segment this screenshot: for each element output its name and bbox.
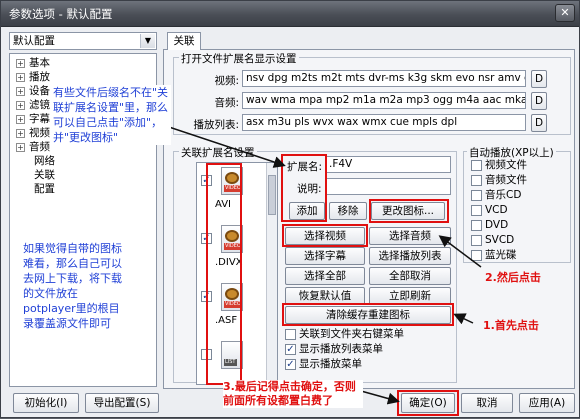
preferences-window: 参数选项 - 默认配置 ✕ 默认配置 ▼ + 基本 + 播放 + 设备 + 滤镜 + 字幕…	[0, 0, 580, 418]
show-playlist-menu-checkbox[interactable]: ✓ 显示播放列表菜单	[285, 343, 383, 357]
checkbox[interactable]	[471, 234, 482, 246]
expand-icon[interactable]: +	[16, 86, 25, 96]
highlight-ok	[397, 390, 459, 416]
annotation-step3: 3.最后记得点击确定，否则前面所有设都置白费了	[223, 380, 363, 408]
tree-item-video[interactable]: + 视频	[16, 126, 50, 140]
playlist-ext-label: 播放列表:	[193, 119, 239, 131]
tree-item-playback[interactable]: + 播放	[16, 70, 50, 84]
annotation-tip-left: 如果觉得自带的图标难看，那么自己可以去网上下载，将下载的文件放在potplaye…	[23, 241, 123, 331]
highlight-clear-cache	[282, 303, 454, 326]
title-bar: 参数选项 - 默认配置 ✕	[1, 1, 579, 27]
expand-icon[interactable]: +	[16, 72, 25, 82]
cancel-button[interactable]: 取消	[461, 393, 513, 413]
expand-icon[interactable]: +	[16, 58, 25, 68]
autoplay-dvd-checkbox[interactable]: DVD	[471, 219, 508, 233]
tree-item-filters[interactable]: + 滤镜	[16, 98, 50, 112]
folder-context-menu-checkbox[interactable]: 关联到文件夹右键菜单	[285, 328, 404, 342]
tree-item-basic[interactable]: + 基本	[16, 56, 50, 70]
ext-name-input[interactable]: .F4V	[325, 156, 451, 173]
video-ext-label: 视频:	[214, 75, 239, 87]
audio-ext-label: 音频:	[214, 97, 239, 109]
playlist-ext-field[interactable]: asx m3u pls wvx wax wmx cue mpls dpl	[242, 114, 526, 131]
annotation-step2: 2.然后点击	[485, 271, 541, 284]
profile-select-value: 默认配置	[13, 35, 55, 47]
tree-item-label: 字幕	[29, 113, 50, 125]
tree-item-label: 播放	[29, 71, 50, 83]
autoplay-group-label: 自动播放(XP以上)	[467, 145, 556, 160]
checkbox[interactable]	[471, 249, 482, 261]
video-ext-default-button[interactable]: D	[531, 70, 547, 88]
tree-item-network[interactable]: 网络	[34, 154, 55, 168]
icon-list-scrollbar[interactable]	[266, 163, 277, 384]
checkbox[interactable]	[285, 328, 296, 340]
tree-item-device[interactable]: + 设备	[16, 84, 50, 98]
tree-item-label: 设备	[29, 85, 50, 97]
annotation-step1: 1.首先点击	[483, 319, 539, 332]
highlight-ext-add	[281, 154, 327, 222]
initialize-button[interactable]: 初始化(I)	[13, 393, 79, 413]
highlight-change-icon	[369, 199, 449, 223]
checkbox[interactable]	[471, 174, 482, 186]
tree-item-label: 滤镜	[29, 99, 50, 111]
tree-item-label: 基本	[29, 57, 50, 69]
chevron-down-icon[interactable]: ▼	[140, 34, 155, 48]
tree-item-label: 音频	[29, 141, 50, 153]
select-playlist-button[interactable]: 选择播放列表	[369, 247, 451, 265]
expand-icon[interactable]: +	[16, 128, 25, 138]
apply-button[interactable]: 应用(A)	[519, 393, 575, 413]
scrollbar-thumb[interactable]	[268, 175, 276, 215]
deselect-all-button[interactable]: 全部取消	[369, 267, 451, 285]
tree-item-label: 关联	[34, 169, 55, 181]
close-icon: ✕	[560, 6, 570, 19]
audio-ext-field[interactable]: wav wma mpa mp2 m1a m2a mp3 ogg m4a aac …	[242, 92, 526, 109]
tree-item-label: 网络	[34, 155, 55, 167]
arrow-to-ok	[360, 390, 400, 405]
checkbox[interactable]	[471, 219, 482, 231]
video-ext-field[interactable]: nsv dpg m2ts m2t mts dvr-ms k3g skm evo …	[242, 70, 526, 87]
checkbox[interactable]: ✓	[285, 343, 296, 355]
annotation-tip-top: 有些文件后缀名不在"关联扩展名设置"里，那么可以自己点击"添加"，并"更改图标"	[53, 85, 171, 145]
checkbox[interactable]	[471, 204, 482, 216]
ext-display-group-label: 打开文件扩展名显示设置	[179, 51, 299, 66]
show-play-menu-checkbox[interactable]: ✓ 显示播放菜单	[285, 358, 362, 372]
select-all-button[interactable]: 选择全部	[285, 267, 365, 285]
export-config-button[interactable]: 导出配置(S)	[85, 393, 159, 413]
checkbox[interactable]	[471, 189, 482, 201]
autoplay-video-checkbox[interactable]: 视频文件	[471, 159, 527, 173]
window-title: 参数选项 - 默认配置	[9, 7, 113, 21]
tab-association[interactable]: 关联	[167, 32, 201, 50]
select-audio-button[interactable]: 选择音频	[369, 227, 451, 245]
description-input[interactable]	[325, 178, 451, 195]
highlight-select-video	[282, 224, 368, 247]
autoplay-music-cd-checkbox[interactable]: 音乐CD	[471, 189, 521, 203]
tree-item-label: 视频	[29, 127, 50, 139]
expand-icon[interactable]: +	[16, 142, 25, 152]
highlight-icon-list	[206, 163, 242, 385]
expand-icon[interactable]: +	[16, 114, 25, 124]
audio-ext-default-button[interactable]: D	[531, 92, 547, 110]
tree-item-association[interactable]: 关联	[34, 168, 55, 182]
tree-item-label: 配置	[34, 183, 55, 195]
assoc-group-label: 关联扩展名设置	[179, 145, 257, 160]
autoplay-audio-checkbox[interactable]: 音频文件	[471, 174, 527, 188]
tree-item-config[interactable]: 配置	[34, 182, 55, 196]
tree-item-audio[interactable]: + 音频	[16, 140, 50, 154]
autoplay-bluray-checkbox[interactable]: 蓝光碟	[471, 249, 517, 263]
checkbox[interactable]	[471, 159, 482, 171]
tab-label: 关联	[173, 35, 195, 47]
autoplay-svcd-checkbox[interactable]: SVCD	[471, 234, 514, 248]
checkbox[interactable]: ✓	[285, 358, 296, 370]
autoplay-vcd-checkbox[interactable]: VCD	[471, 204, 508, 218]
select-subtitle-button[interactable]: 选择字幕	[285, 247, 365, 265]
profile-select[interactable]: 默认配置 ▼	[9, 32, 157, 50]
tree-item-subtitles[interactable]: + 字幕	[16, 112, 50, 126]
playlist-ext-default-button[interactable]: D	[531, 114, 547, 132]
close-button[interactable]: ✕	[555, 4, 575, 22]
remove-button[interactable]: 移除	[329, 202, 367, 220]
expand-icon[interactable]: +	[16, 100, 25, 110]
